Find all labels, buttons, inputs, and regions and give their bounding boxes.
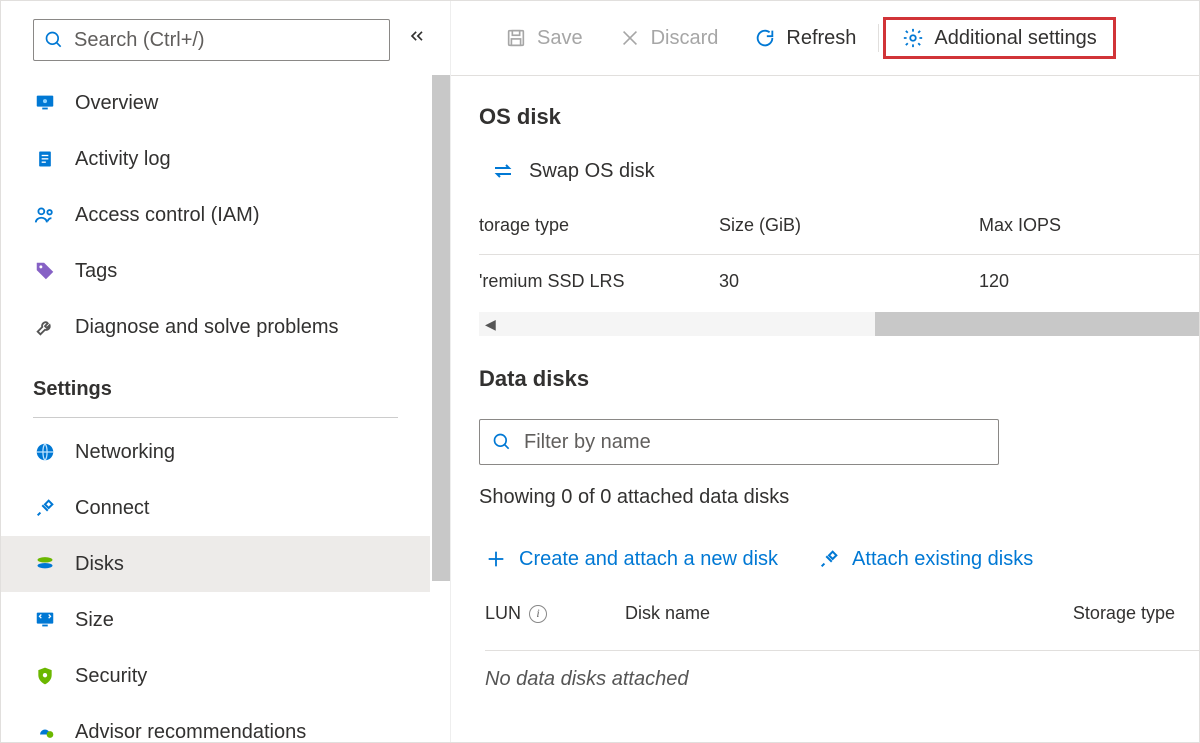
save-icon: [505, 27, 527, 49]
button-label: Save: [537, 24, 583, 52]
cell-max-iops: 120: [979, 269, 1199, 294]
sidebar: Search (Ctrl+/) Overview Activity log Ac…: [1, 1, 451, 742]
filter-placeholder: Filter by name: [524, 428, 651, 456]
data-disks-heading: Data disks: [479, 364, 1199, 395]
sidebar-item-size[interactable]: Size: [1, 592, 430, 648]
create-attach-disk-button[interactable]: Create and attach a new disk: [485, 545, 778, 573]
sidebar-item-label: Diagnose and solve problems: [75, 313, 339, 341]
shield-icon: [33, 664, 57, 688]
tag-icon: [33, 259, 57, 283]
sidebar-item-disks[interactable]: Disks: [1, 536, 430, 592]
sidebar-item-tags[interactable]: Tags: [1, 243, 430, 299]
sidebar-item-networking[interactable]: Networking: [1, 424, 430, 480]
sidebar-item-label: Advisor recommendations: [75, 718, 306, 742]
toolbar: Save Discard Refresh Additional settings: [451, 1, 1199, 76]
sidebar-item-diagnose[interactable]: Diagnose and solve problems: [1, 299, 430, 355]
col-size: Size (GiB): [719, 213, 979, 238]
plug-icon: [818, 548, 840, 570]
cell-storage-type: 'remium SSD LRS: [479, 269, 719, 294]
info-icon[interactable]: i: [529, 605, 547, 623]
log-icon: [33, 147, 57, 171]
col-lun: LUN: [485, 601, 521, 626]
monitor-icon: [33, 91, 57, 115]
col-storage-type: Storage type: [1039, 601, 1199, 626]
search-input[interactable]: Search (Ctrl+/): [33, 19, 390, 61]
sidebar-scrollbar[interactable]: [432, 75, 450, 742]
search-icon: [44, 30, 64, 50]
chevron-double-left-icon: [407, 26, 427, 46]
data-disk-headers: LUN i Disk name Storage type: [485, 601, 1199, 640]
discard-button[interactable]: Discard: [601, 20, 737, 56]
refresh-icon: [754, 27, 776, 49]
sidebar-item-connect[interactable]: Connect: [1, 480, 430, 536]
size-icon: [33, 608, 57, 632]
horizontal-scrollbar[interactable]: ◀: [479, 312, 1199, 336]
sidebar-item-label: Access control (IAM): [75, 201, 259, 229]
sidebar-item-label: Overview: [75, 89, 158, 117]
collapse-sidebar-button[interactable]: [402, 26, 432, 53]
sidebar-item-label: Security: [75, 662, 147, 690]
cell-size: 30: [719, 269, 979, 294]
additional-settings-button[interactable]: Additional settings: [883, 17, 1115, 59]
sidebar-item-activity-log[interactable]: Activity log: [1, 131, 430, 187]
search-icon: [492, 432, 512, 452]
filter-input[interactable]: Filter by name: [479, 419, 999, 465]
empty-state: No data disks attached: [485, 650, 1199, 693]
sidebar-item-label: Activity log: [75, 145, 171, 173]
button-label: Refresh: [786, 24, 856, 52]
sidebar-item-label: Disks: [75, 550, 124, 578]
gear-icon: [902, 27, 924, 49]
sidebar-item-security[interactable]: Security: [1, 648, 430, 704]
sidebar-item-label: Tags: [75, 257, 117, 285]
button-label: Swap OS disk: [529, 157, 655, 185]
button-label: Attach existing disks: [852, 545, 1033, 573]
attach-existing-disk-button[interactable]: Attach existing disks: [818, 545, 1033, 573]
main-content: Save Discard Refresh Additional settings…: [451, 1, 1199, 742]
sidebar-item-advisor[interactable]: Advisor recommendations: [1, 704, 430, 742]
sidebar-item-label: Size: [75, 606, 114, 634]
scrollbar-thumb[interactable]: [875, 312, 1199, 336]
button-label: Discard: [651, 24, 719, 52]
disks-icon: [33, 552, 57, 576]
plug-icon: [33, 496, 57, 520]
scroll-left-arrow[interactable]: ◀: [485, 315, 496, 335]
button-label: Create and attach a new disk: [519, 545, 778, 573]
col-disk-name: Disk name: [625, 601, 1039, 626]
col-max-iops: Max IOPS: [979, 213, 1199, 238]
os-disk-heading: OS disk: [479, 102, 1199, 133]
button-label: Additional settings: [934, 24, 1096, 52]
refresh-button[interactable]: Refresh: [736, 20, 874, 56]
sidebar-item-label: Connect: [75, 494, 150, 522]
sidebar-item-access-control[interactable]: Access control (IAM): [1, 187, 430, 243]
scrollbar-thumb[interactable]: [432, 75, 450, 581]
swap-os-disk-button[interactable]: Swap OS disk: [491, 157, 1199, 185]
close-icon: [619, 27, 641, 49]
search-placeholder: Search (Ctrl+/): [74, 26, 205, 54]
os-disk-row[interactable]: 'remium SSD LRS 30 120: [479, 255, 1199, 308]
globe-icon: [33, 440, 57, 464]
save-button[interactable]: Save: [487, 20, 601, 56]
toolbar-separator: [878, 24, 879, 52]
advisor-icon: [33, 720, 57, 742]
swap-icon: [491, 159, 515, 183]
data-disk-count: Showing 0 of 0 attached data disks: [479, 483, 1199, 511]
os-disk-table: torage type Size (GiB) Max IOPS 'remium …: [479, 213, 1199, 308]
plus-icon: [485, 548, 507, 570]
people-icon: [33, 203, 57, 227]
wrench-icon: [33, 315, 57, 339]
divider: [33, 417, 398, 418]
col-storage-type: torage type: [479, 213, 719, 238]
sidebar-item-label: Networking: [75, 438, 175, 466]
settings-section-header: Settings: [1, 355, 430, 411]
sidebar-item-overview[interactable]: Overview: [1, 75, 430, 131]
